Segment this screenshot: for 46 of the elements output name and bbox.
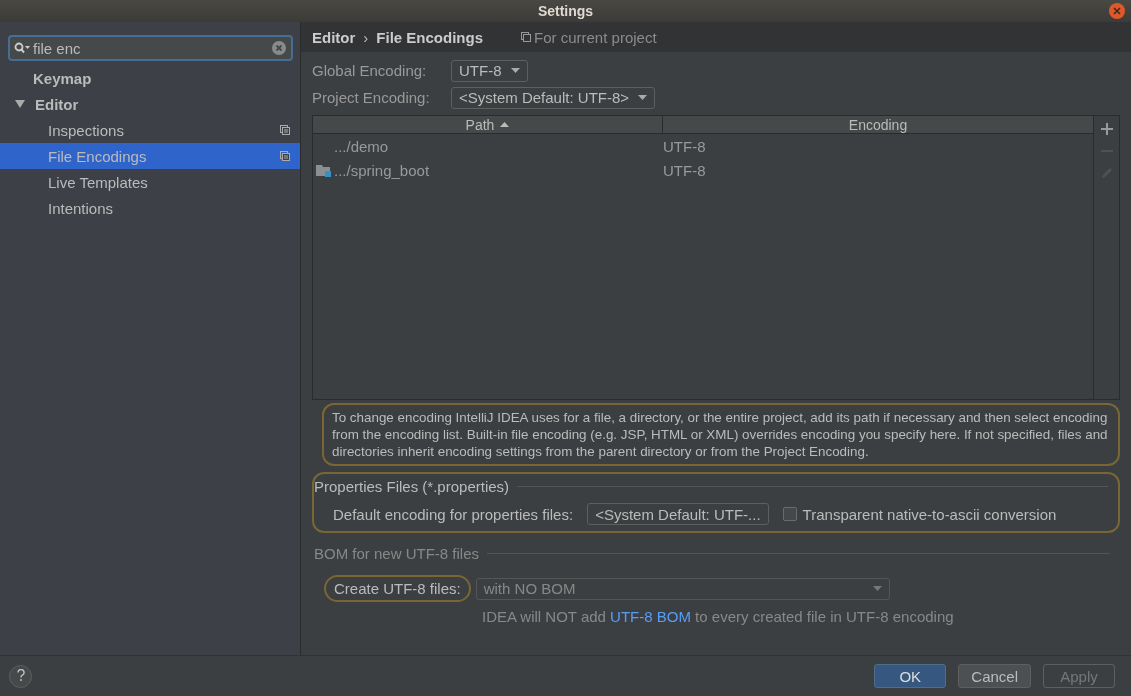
folder-icon xyxy=(316,163,332,177)
bom-note: IDEA will NOT add UTF-8 BOM to every created file in UTF-8 encoding xyxy=(482,608,955,625)
clear-icon[interactable] xyxy=(271,41,287,55)
project-encoding-dropdown[interactable]: <System Default: UTF-8> xyxy=(451,86,656,109)
section-title: Properties Files (*.properties) xyxy=(314,478,510,495)
tree-item[interactable]: Live Templates xyxy=(0,169,300,195)
table-cell: .../spring_boot xyxy=(313,161,663,179)
search-icon xyxy=(14,41,30,55)
search-input[interactable]: file enc xyxy=(33,39,268,57)
breadcrumb-item: File Encodings xyxy=(376,28,484,46)
field-label: Project Encoding: xyxy=(312,89,431,106)
column-header[interactable]: Path xyxy=(313,116,663,133)
field-label: Global Encoding: xyxy=(312,62,428,79)
search-field[interactable]: file enc xyxy=(8,35,293,61)
tree-item[interactable]: Keymap xyxy=(0,65,300,91)
close-icon[interactable] xyxy=(1109,3,1125,19)
help-button[interactable] xyxy=(9,664,32,688)
dialog-button[interactable]: OK xyxy=(874,664,947,688)
breadcrumb-item[interactable]: Editor xyxy=(312,28,356,46)
tree-item[interactable]: Inspections xyxy=(0,117,300,143)
caret-icon xyxy=(638,95,648,100)
properties-encoding-dropdown[interactable]: <System Default: UTF-... xyxy=(587,503,769,525)
collapse-arrow-icon xyxy=(15,100,25,108)
copy-icon xyxy=(521,32,532,42)
scope-note: For current project xyxy=(534,28,657,46)
help-icon xyxy=(16,669,25,681)
field-label: Create UTF-8 files: xyxy=(324,575,471,602)
table-cell-text: UTF-8 xyxy=(663,137,707,155)
tree-item[interactable]: Intentions xyxy=(0,195,300,221)
column-header[interactable]: Encoding xyxy=(663,116,1093,133)
caret-icon xyxy=(510,68,520,73)
checkbox[interactable] xyxy=(782,507,797,521)
dialog-button[interactable]: Cancel xyxy=(958,664,1031,688)
window-title: Settings xyxy=(537,3,594,19)
checkbox-label: Transparent native-to-ascii conversion xyxy=(802,505,1057,523)
tree-item[interactable]: Editor xyxy=(0,91,300,117)
help-text: To change encoding IntelliJ IDEA uses for a file, a directory, or the entire project, add its path if necessary and then select encoding from the encoding list. Built-in file encoding (e.g. JSP, HTML or XML) overrides encoding you specify here. If not specified, files and directories inherit encoding settings from the parent directory or from the Project Encoding. xyxy=(322,403,1120,466)
tree-item[interactable]: File Encodings xyxy=(0,143,300,169)
field-label: Default encoding for properties files: xyxy=(333,505,574,523)
section-title: BOM for new UTF-8 files xyxy=(314,545,480,562)
table-cell-text: UTF-8 xyxy=(663,161,707,179)
add-icon[interactable] xyxy=(1099,122,1114,136)
table-cell-text: .../demo xyxy=(333,137,390,155)
caret-icon xyxy=(872,586,882,591)
global-encoding-dropdown[interactable]: UTF-8 xyxy=(451,59,528,82)
breadcrumb-separator: › xyxy=(363,28,369,46)
